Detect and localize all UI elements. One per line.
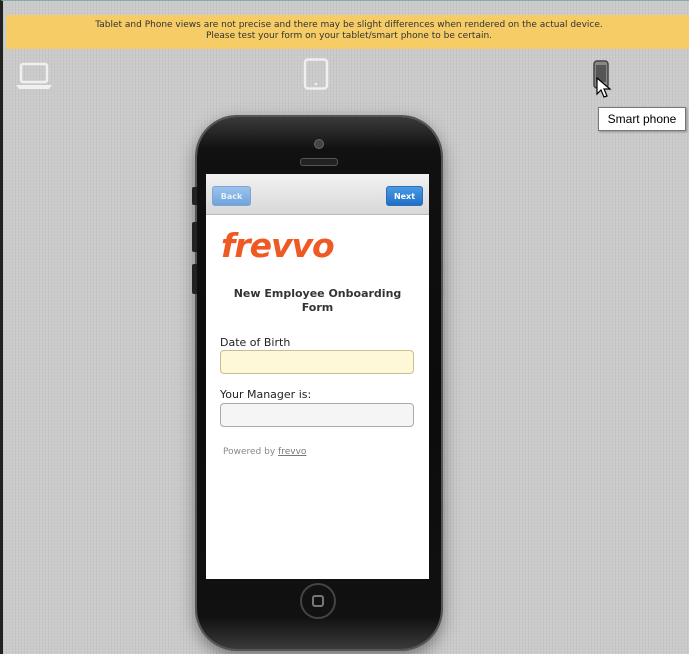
device-warning-banner: Tablet and Phone views are not precise a…	[6, 15, 689, 49]
tablet-icon[interactable]	[303, 58, 329, 90]
preview-canvas: Tablet and Phone views are not precise a…	[0, 0, 689, 654]
speaker-icon	[300, 158, 338, 166]
form-toolbar: Back Next	[206, 174, 429, 215]
frevvo-logo: frevvo	[221, 226, 335, 265]
phone-screen: Back Next frevvo New Employee Onboarding…	[206, 174, 429, 579]
back-button[interactable]: Back	[212, 186, 251, 206]
camera-icon	[314, 139, 324, 149]
next-button[interactable]: Next	[386, 186, 423, 206]
dob-field[interactable]	[220, 350, 414, 374]
home-square-icon	[312, 595, 324, 607]
phone-frame: Back Next frevvo New Employee Onboarding…	[192, 117, 441, 649]
banner-line-2: Please test your form on your tablet/sma…	[205, 31, 493, 41]
form-title: New Employee Onboarding Form	[233, 287, 402, 314]
powered-by-link[interactable]: frevvo	[278, 447, 306, 457]
home-button	[300, 583, 336, 619]
powered-by: Powered by frevvo	[223, 447, 306, 457]
dob-label: Date of Birth	[220, 336, 291, 349]
powered-by-text: Powered by	[223, 447, 276, 457]
banner-line-1: Tablet and Phone views are not precise a…	[95, 20, 603, 30]
view-tooltip: Smart phone	[598, 107, 686, 131]
manager-label: Your Manager is:	[220, 388, 312, 401]
mouse-cursor-icon	[596, 77, 612, 98]
manager-field[interactable]	[220, 403, 414, 427]
laptop-icon[interactable]	[15, 61, 53, 91]
